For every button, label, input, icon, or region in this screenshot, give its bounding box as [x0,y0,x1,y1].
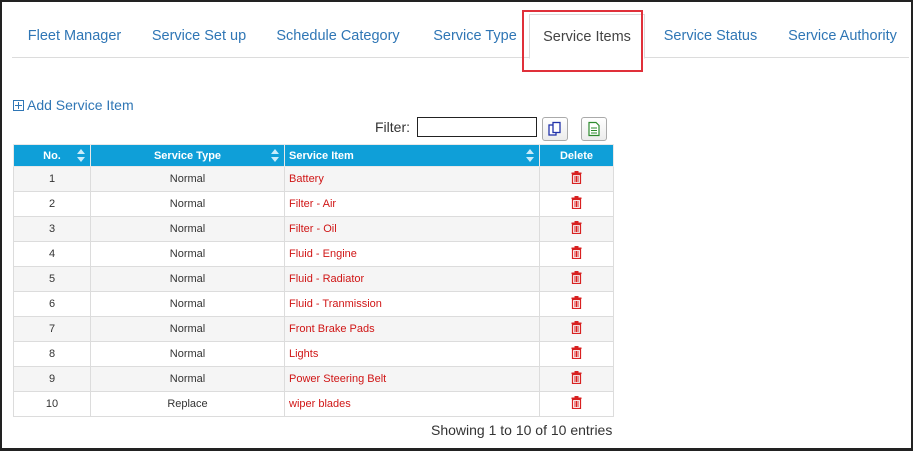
cell-service-item[interactable]: Battery [284,166,540,192]
cell-no: 2 [13,191,91,217]
cell-no: 4 [13,241,91,267]
cell-service-item[interactable]: wiper blades [284,391,540,417]
table-info: Showing 1 to 10 of 10 entries [431,422,613,438]
filter-input[interactable] [417,117,537,137]
cell-service-type: Normal [90,191,285,217]
column-header-service-type[interactable]: Service Type [90,144,285,167]
trash-icon[interactable] [571,321,582,337]
table-row: 10 Replace wiper blades [13,391,614,417]
tab-schedule-category[interactable]: Schedule Category [262,14,414,58]
copy-icon [548,121,561,136]
column-header-label: No. [43,149,61,162]
tab-bar: Fleet Manager Service Set up Schedule Ca… [12,14,909,59]
tab-service-authority[interactable]: Service Authority [776,14,909,58]
column-header-no[interactable]: No. [13,144,91,167]
tab-service-set-up[interactable]: Service Set up [140,14,258,58]
service-items-table: No. Service Type Service Item Delete 1 No… [13,144,614,417]
cell-service-type: Normal [90,166,285,192]
cell-service-type: Normal [90,216,285,242]
cell-delete [539,291,614,317]
cell-service-type: Normal [90,241,285,267]
trash-icon[interactable] [571,246,582,262]
table-row: 4 Normal Fluid - Engine [13,241,614,267]
cell-service-item[interactable]: Lights [284,341,540,367]
cell-delete [539,366,614,392]
cell-service-type: Normal [90,291,285,317]
tab-service-type[interactable]: Service Type [418,14,532,58]
cell-service-item[interactable]: Fluid - Tranmission [284,291,540,317]
filter-label: Filter: [375,119,410,135]
trash-icon[interactable] [571,171,582,187]
tab-service-items[interactable]: Service Items [529,14,645,59]
cell-no: 1 [13,166,91,192]
trash-icon[interactable] [571,346,582,362]
copy-button[interactable] [542,117,568,141]
table-header-row: No. Service Type Service Item Delete [13,144,614,167]
cell-delete [539,266,614,292]
column-header-service-item[interactable]: Service Item [284,144,540,167]
spreadsheet-icon [588,121,600,137]
trash-icon[interactable] [571,396,582,412]
column-header-delete: Delete [539,144,614,167]
table-row: 8 Normal Lights [13,341,614,367]
cell-service-item[interactable]: Front Brake Pads [284,316,540,342]
trash-icon[interactable] [571,196,582,212]
cell-service-item[interactable]: Fluid - Radiator [284,266,540,292]
cell-service-item[interactable]: Fluid - Engine [284,241,540,267]
plus-square-icon [13,99,24,111]
table-row: 5 Normal Fluid - Radiator [13,266,614,292]
cell-no: 6 [13,291,91,317]
cell-delete [539,341,614,367]
column-header-label: Service Type [153,149,222,162]
cell-no: 7 [13,316,91,342]
cell-no: 9 [13,366,91,392]
trash-icon[interactable] [571,371,582,387]
cell-service-item[interactable]: Filter - Oil [284,216,540,242]
tab-fleet-manager[interactable]: Fleet Manager [12,14,137,58]
table-row: 3 Normal Filter - Oil [13,216,614,242]
cell-delete [539,216,614,242]
cell-delete [539,166,614,192]
table-row: 9 Normal Power Steering Belt [13,366,614,392]
trash-icon[interactable] [571,271,582,287]
cell-service-type: Replace [90,391,285,417]
cell-service-type: Normal [90,266,285,292]
sort-icon [526,149,534,163]
export-button[interactable] [581,117,607,141]
table-row: 7 Normal Front Brake Pads [13,316,614,342]
column-header-label: Delete [559,149,594,162]
cell-delete [539,191,614,217]
add-service-item-link[interactable]: Add Service Item [13,97,134,113]
cell-service-item[interactable]: Power Steering Belt [284,366,540,392]
table-row: 6 Normal Fluid - Tranmission [13,291,614,317]
sort-icon [271,149,279,163]
sort-icon [77,149,85,163]
cell-no: 5 [13,266,91,292]
cell-service-type: Normal [90,341,285,367]
cell-no: 10 [13,391,91,417]
add-service-item-label: Add Service Item [27,97,134,113]
table-row: 1 Normal Battery [13,166,614,192]
cell-service-type: Normal [90,366,285,392]
table-row: 2 Normal Filter - Air [13,191,614,217]
trash-icon[interactable] [571,221,582,237]
tab-service-status[interactable]: Service Status [652,14,769,58]
cell-no: 3 [13,216,91,242]
cell-delete [539,241,614,267]
cell-delete [539,391,614,417]
cell-service-type: Normal [90,316,285,342]
cell-service-item[interactable]: Filter - Air [284,191,540,217]
cell-delete [539,316,614,342]
cell-no: 8 [13,341,91,367]
trash-icon[interactable] [571,296,582,312]
column-header-label: Service Item [289,149,354,162]
